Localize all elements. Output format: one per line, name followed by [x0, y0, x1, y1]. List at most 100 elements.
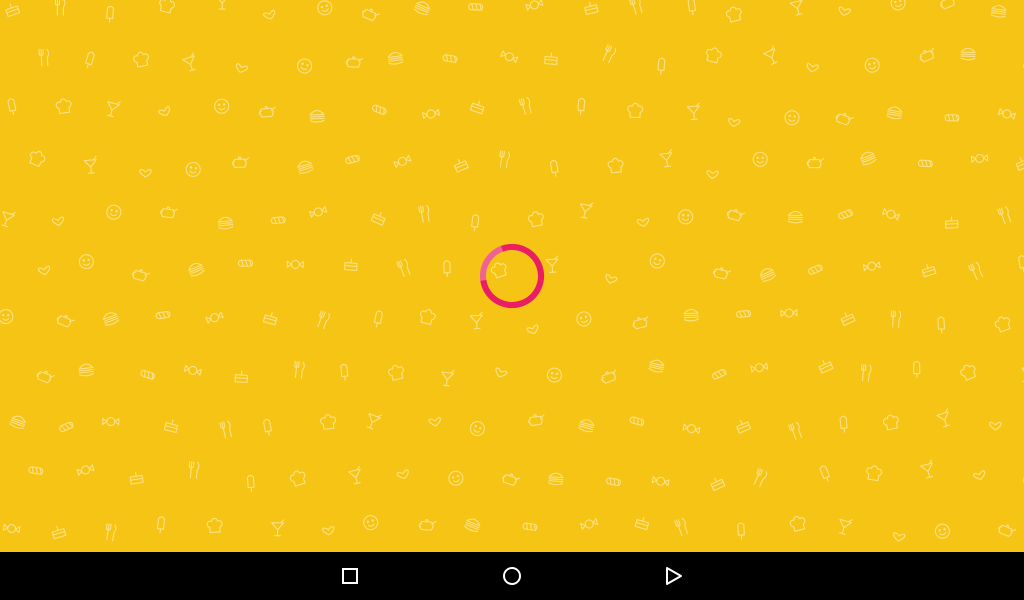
- candy-icon: [970, 153, 989, 164]
- cocktail-icon: [271, 519, 285, 537]
- burger-icon: [683, 308, 699, 322]
- square-icon: [342, 568, 358, 584]
- cocktail-icon: [545, 255, 559, 274]
- cake-icon: [840, 312, 856, 326]
- spinner-arc: [480, 244, 544, 308]
- teapot-icon: [940, 0, 955, 10]
- popsicle-icon: [246, 474, 255, 492]
- bread-icon: [838, 209, 853, 220]
- cake-icon: [262, 312, 278, 326]
- navigation-bar: [0, 552, 1024, 600]
- smiley-icon: [214, 98, 230, 114]
- candy-icon: [580, 518, 599, 530]
- burger-icon: [102, 312, 120, 326]
- burger-icon: [759, 268, 776, 282]
- heart-icon: [37, 265, 51, 276]
- bread-icon: [372, 104, 387, 116]
- popsicle-icon: [687, 0, 696, 16]
- recents-button[interactable]: [318, 552, 382, 600]
- bread-icon: [629, 416, 645, 427]
- smiley-icon: [576, 311, 592, 327]
- cocktail-icon: [1, 211, 16, 228]
- heart-icon: [838, 6, 851, 16]
- burger-icon: [217, 216, 234, 230]
- cake-icon: [129, 471, 144, 485]
- fork-knife-icon: [860, 363, 872, 382]
- popsicle-icon: [106, 5, 115, 23]
- popsicle-icon: [577, 97, 586, 115]
- bread-icon: [155, 310, 171, 320]
- circle-icon: [503, 567, 521, 585]
- teapot-icon: [132, 269, 151, 282]
- teapot-icon: [713, 267, 732, 280]
- burger-icon: [960, 47, 976, 61]
- bread-icon: [712, 368, 727, 380]
- chef-hat-icon: [725, 6, 742, 23]
- teapot-icon: [502, 473, 521, 486]
- chef-hat-icon: [607, 157, 624, 174]
- teapot-icon: [632, 315, 649, 330]
- teapot-icon: [835, 112, 854, 126]
- teapot-icon: [998, 524, 1017, 538]
- chef-hat-icon: [882, 414, 899, 431]
- teapot-icon: [258, 106, 276, 118]
- popsicle-icon: [263, 418, 272, 436]
- popsicle-icon: [7, 98, 17, 116]
- cake-icon: [710, 477, 726, 492]
- heart-icon: [428, 417, 441, 427]
- teapot-icon: [919, 47, 934, 63]
- heart-icon: [706, 170, 719, 180]
- cake-icon: [736, 420, 752, 434]
- popsicle-icon: [85, 51, 95, 69]
- back-button[interactable]: [642, 552, 706, 600]
- bread-icon: [468, 3, 484, 11]
- bread-icon: [345, 154, 360, 164]
- burger-icon: [413, 1, 431, 16]
- smiley-icon: [448, 470, 464, 486]
- smiley-icon: [678, 209, 694, 225]
- teapot-icon: [56, 314, 75, 328]
- cocktail-icon: [182, 52, 196, 72]
- bread-icon: [442, 54, 458, 63]
- chef-hat-icon: [419, 309, 436, 326]
- heart-icon: [893, 532, 906, 542]
- cake-icon: [544, 52, 558, 65]
- popsicle-icon: [443, 260, 451, 278]
- cocktail-icon: [579, 202, 594, 219]
- popsicle-icon: [737, 522, 745, 540]
- heart-icon: [235, 63, 248, 73]
- chef-hat-icon: [960, 364, 977, 381]
- teapot-icon: [527, 414, 545, 427]
- burger-icon: [860, 151, 877, 166]
- bread-icon: [140, 369, 156, 380]
- cake-icon: [234, 370, 249, 384]
- heart-icon: [728, 117, 741, 128]
- teapot-icon: [418, 519, 437, 531]
- home-button[interactable]: [480, 552, 544, 600]
- triangle-icon: [666, 567, 682, 585]
- fork-knife-icon: [396, 258, 411, 277]
- chef-hat-icon: [789, 515, 806, 532]
- popsicle-icon: [1018, 255, 1024, 273]
- popsicle-icon: [839, 415, 848, 433]
- candy-icon: [651, 476, 670, 487]
- popsicle-icon: [156, 516, 166, 534]
- smiley-icon: [317, 0, 333, 16]
- burger-icon: [387, 51, 404, 65]
- fork-knife-icon: [219, 420, 232, 439]
- cocktail-icon: [789, 0, 803, 16]
- fork-knife-icon: [674, 517, 689, 536]
- cocktail-icon: [920, 459, 934, 479]
- bread-icon: [808, 264, 823, 275]
- burger-icon: [990, 4, 1007, 18]
- cocktail-icon: [659, 149, 673, 168]
- cake-icon: [370, 212, 386, 226]
- popsicle-icon: [937, 316, 946, 334]
- app-screen: [0, 0, 1024, 600]
- candy-icon: [997, 108, 1016, 120]
- burger-icon: [297, 160, 314, 174]
- fork-knife-icon: [38, 48, 50, 67]
- fork-knife-icon: [753, 468, 768, 487]
- bread-icon: [606, 477, 621, 487]
- heart-icon: [636, 217, 650, 227]
